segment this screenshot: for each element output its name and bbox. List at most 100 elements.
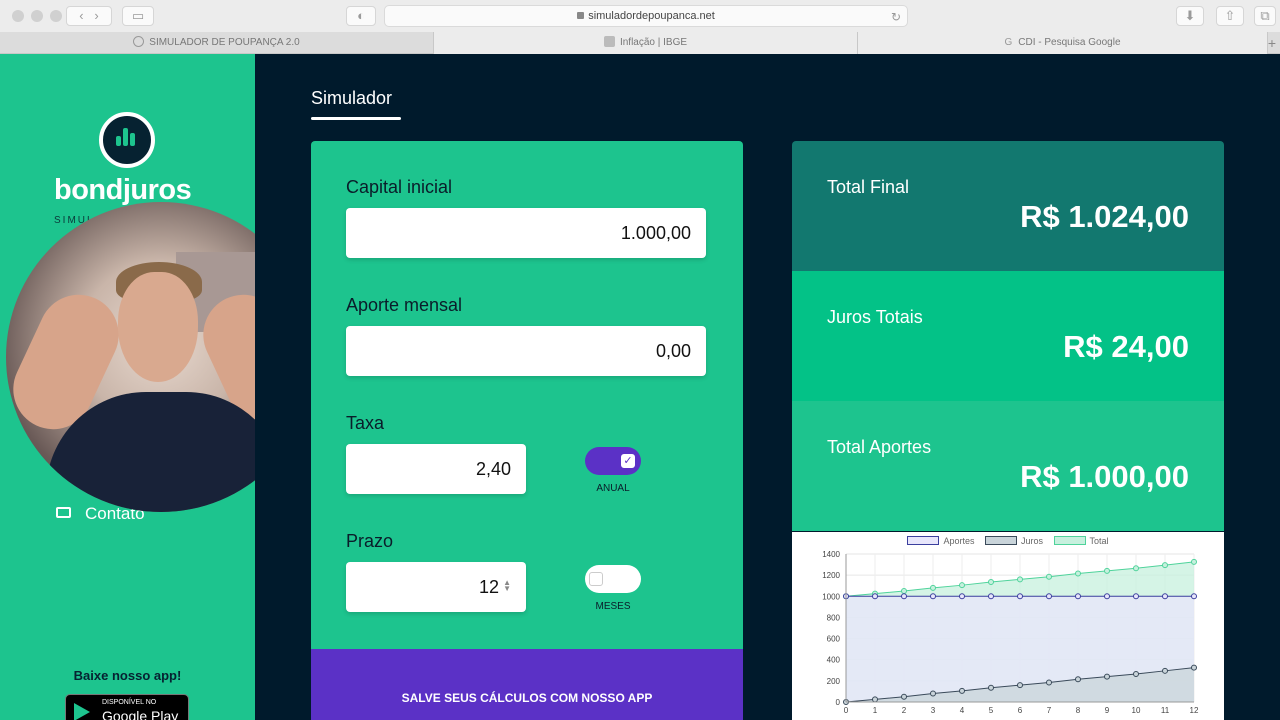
point-aportes <box>1075 593 1081 600</box>
tab-favicon-icon <box>603 36 615 47</box>
point-aportes <box>901 593 907 600</box>
google-g-icon: G <box>1004 37 1013 48</box>
point-juros <box>901 693 907 700</box>
total-aportes-card: Total Aportes R$ 1.000,00 <box>792 401 1224 531</box>
point-total <box>1104 567 1110 574</box>
app-promo-title: Baixe nosso app! <box>73 668 182 683</box>
juros-totais-card: Juros Totais R$ 24,00 <box>792 271 1224 401</box>
x-tick-label: 11 <box>1161 706 1170 715</box>
aporte-input[interactable]: 0,00 <box>346 326 706 376</box>
taxa-label: Taxa <box>346 413 385 433</box>
sidebar-toggle-icon[interactable]: ▭ <box>122 6 154 26</box>
active-tab-indicator <box>311 117 401 120</box>
point-juros <box>959 687 965 694</box>
x-tick-label: 4 <box>960 706 965 715</box>
back-forward-buttons[interactable]: ‹ › <box>66 6 112 26</box>
point-aportes <box>1133 593 1139 600</box>
close-window-button[interactable] <box>12 10 24 22</box>
minimize-window-button[interactable] <box>31 10 43 22</box>
point-total <box>1075 570 1081 577</box>
point-aportes <box>988 593 994 600</box>
point-juros <box>1046 679 1052 686</box>
point-juros <box>872 696 878 703</box>
x-tick-label: 2 <box>902 706 907 715</box>
capital-label: Capital inicial <box>346 177 453 197</box>
point-aportes <box>930 593 936 600</box>
point-aportes <box>1017 593 1023 600</box>
url-text: simuladordepoupanca.net <box>588 10 715 22</box>
juros-totais-label: Juros Totais <box>827 307 923 327</box>
taxa-input[interactable]: 2,40 <box>346 444 526 494</box>
share-icon[interactable]: ⇧ <box>1216 6 1244 26</box>
x-tick-label: 9 <box>1105 706 1110 715</box>
point-aportes <box>1191 593 1197 600</box>
capital-input[interactable]: 1.000,00 <box>346 208 706 258</box>
reload-icon[interactable]: ↻ <box>891 7 901 27</box>
simulator-form: Capital inicial 1.000,00 Aporte mensal 0… <box>311 141 743 651</box>
y-tick-label: 200 <box>827 677 841 686</box>
legend-item-total[interactable]: Total <box>1053 536 1109 546</box>
x-tick-label: 0 <box>844 706 849 715</box>
meses-toggle[interactable] <box>585 565 641 593</box>
point-juros <box>1017 682 1023 689</box>
total-aportes-value: R$ 1.000,00 <box>1020 459 1189 494</box>
new-tab-button[interactable]: + <box>1268 32 1276 54</box>
point-total <box>1133 565 1139 572</box>
point-total <box>1162 562 1168 569</box>
y-tick-label: 1400 <box>822 550 840 559</box>
point-juros <box>930 690 936 697</box>
y-tick-label: 0 <box>836 698 841 707</box>
anual-toggle[interactable]: ✓ <box>585 447 641 475</box>
lock-icon <box>577 12 585 19</box>
point-aportes <box>1162 593 1168 600</box>
point-aportes <box>872 593 878 600</box>
x-tick-label: 12 <box>1190 706 1199 715</box>
point-juros <box>1104 673 1110 680</box>
check-icon: ✓ <box>621 454 635 468</box>
point-total <box>1046 573 1052 580</box>
total-final-label: Total Final <box>827 177 910 197</box>
y-tick-label: 1000 <box>822 592 840 601</box>
point-total <box>959 582 965 589</box>
meses-label: MESES <box>595 601 631 612</box>
address-bar[interactable]: simuladordepoupanca.net ↻ <box>384 5 908 27</box>
point-total <box>901 588 907 594</box>
checkbox-icon <box>589 572 603 586</box>
x-tick-label: 6 <box>1018 706 1023 715</box>
x-tick-label: 3 <box>931 706 936 715</box>
y-tick-label: 800 <box>827 613 841 622</box>
tab-ibge[interactable]: Inflação | IBGE <box>434 32 858 54</box>
tab-google[interactable]: G CDI - Pesquisa Google <box>858 32 1268 54</box>
legend-item-aportes[interactable]: Aportes <box>907 536 974 546</box>
growth-chart: Aportes Juros Total 0 200 400 600 800 1000 120… <box>792 532 1224 720</box>
point-juros <box>1191 664 1197 671</box>
x-tick-label: 10 <box>1132 706 1141 715</box>
prazo-input[interactable]: 12 ▲ ▼ <box>346 562 526 612</box>
juros-totais-value: R$ 24,00 <box>1063 329 1189 364</box>
x-tick-label: 7 <box>1047 706 1052 715</box>
point-juros <box>1133 670 1139 677</box>
legend-item-juros[interactable]: Juros <box>985 536 1043 546</box>
tab-favicon-icon <box>133 36 145 47</box>
chart-legend: Aportes Juros Total <box>792 536 1224 546</box>
x-tick-label: 5 <box>989 706 994 715</box>
shield-icon[interactable]: ◐ <box>346 6 376 26</box>
point-total <box>1191 558 1197 565</box>
point-total <box>988 579 994 586</box>
stepper-icon[interactable]: ▲ ▼ <box>503 579 511 593</box>
point-juros <box>1075 676 1081 683</box>
google-play-badge[interactable]: DISPONÍVEL NO Google Play <box>65 694 189 720</box>
x-tick-label: 1 <box>873 706 878 715</box>
save-app-button[interactable]: SALVE SEUS CÁLCULOS COM NOSSO APP <box>311 649 743 720</box>
tab-simulador-page[interactable]: Simulador <box>311 88 392 109</box>
point-juros <box>1162 667 1168 674</box>
tabs-overview-icon[interactable]: ⧉ <box>1254 6 1276 26</box>
bondjuros-logo-icon <box>99 112 155 168</box>
point-aportes <box>1046 593 1052 600</box>
total-aportes-label: Total Aportes <box>827 437 932 457</box>
point-juros <box>988 684 994 691</box>
anual-label: ANUAL <box>596 483 630 494</box>
download-icon[interactable]: ⬇ <box>1176 6 1204 26</box>
tab-simulador[interactable]: SIMULADOR DE POUPANÇA 2.0 <box>0 32 434 54</box>
zoom-window-button[interactable] <box>50 10 62 22</box>
